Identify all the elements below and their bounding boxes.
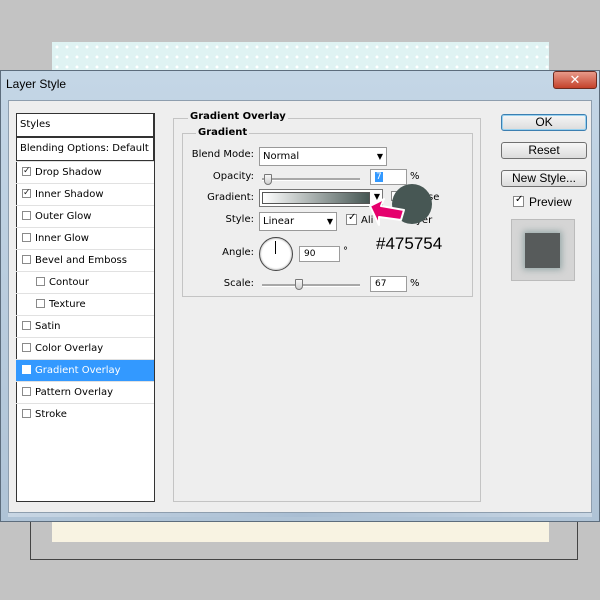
angle-dial-needle [275,241,276,254]
opacity-value: 7 [375,172,383,182]
style-item-label: Contour [49,277,89,288]
style-item-label: Inner Glow [35,233,89,244]
style-item-label: Satin [35,321,61,332]
chevron-down-icon: ▼ [376,152,383,161]
style-item-label: Bevel and Emboss [35,255,127,266]
style-item-label: Gradient Overlay [35,365,121,376]
style-checkbox[interactable] [22,343,31,352]
style-item[interactable]: Color Overlay [16,337,154,359]
style-item[interactable]: Outer Glow [16,205,154,227]
style-item-label: Pattern Overlay [35,387,114,398]
scale-slider-thumb[interactable] [295,279,303,290]
gradient-subgroup-title: Gradient [196,127,250,138]
gradient-preview[interactable] [262,192,370,204]
style-value: Linear [263,216,295,227]
style-label: Style: [225,214,255,225]
ok-button[interactable]: OK [501,114,587,131]
style-checkbox[interactable]: ✓ [22,166,31,176]
style-checkbox[interactable] [22,321,31,330]
style-item-label: Outer Glow [35,211,92,222]
style-checkbox[interactable] [22,409,31,418]
opacity-input[interactable]: 7 [370,169,407,185]
canvas-pattern [52,42,549,72]
blend-mode-select[interactable]: Normal ▼ [259,147,387,166]
angle-label: Angle: [222,247,254,258]
opacity-slider-thumb[interactable] [264,174,272,185]
scale-input[interactable]: 67 [370,276,407,292]
style-item-label: Stroke [35,409,67,420]
checkmark-icon: ✓ [348,212,357,223]
reset-button[interactable]: Reset [501,142,587,159]
style-item[interactable]: ✓ Drop Shadow [16,161,154,183]
angle-input[interactable]: 90 [299,246,340,262]
align-with-layer-checkbox[interactable]: ✓ [346,212,357,225]
style-checkbox[interactable] [22,255,31,264]
checkmark-icon: ✓ [23,166,31,176]
style-checkbox[interactable] [36,299,45,308]
hex-color-label: #475754 [376,234,443,253]
style-checkbox[interactable]: ✓ [22,188,31,198]
blend-mode-label: Blend Mode: [191,149,254,160]
opacity-slider-track[interactable] [262,178,360,181]
style-checkbox[interactable] [22,211,31,220]
preview-swatch [525,233,560,268]
gradient-overlay-title: Gradient Overlay [188,111,288,122]
checkmark-icon: ✓ [23,364,31,374]
styles-header[interactable]: Styles [16,113,154,137]
style-select[interactable]: Linear ▼ [259,212,337,231]
preview-label: Preview [529,195,572,209]
scale-label: Scale: [223,278,254,289]
chevron-down-icon: ▼ [326,217,333,226]
style-item[interactable]: Stroke [16,403,154,425]
scale-slider-track[interactable] [262,284,360,287]
checkmark-icon: ✓ [515,194,524,205]
pointer-arrow-icon [369,198,405,226]
checkmark-icon: ✓ [23,188,31,198]
style-item[interactable]: ✓ Gradient Overlay [16,359,154,381]
style-item[interactable]: Bevel and Emboss [16,249,154,271]
opacity-unit: % [410,171,420,182]
angle-dial[interactable] [259,237,293,271]
scale-value: 67 [375,279,387,289]
blend-mode-value: Normal [263,151,300,162]
style-checkbox[interactable] [22,387,31,396]
style-item-label: Texture [49,299,86,310]
gradient-picker[interactable]: ▼ [259,189,383,207]
canvas-bottom [52,520,549,542]
gradient-label: Gradient: [207,192,254,203]
style-checkbox[interactable] [22,233,31,242]
style-checkbox[interactable] [36,277,45,286]
style-item[interactable]: Satin [16,315,154,337]
style-item[interactable]: Inner Glow [16,227,154,249]
style-item[interactable]: Texture [16,293,154,315]
style-item[interactable]: Pattern Overlay [16,381,154,403]
style-item-label: Inner Shadow [35,189,104,200]
style-item[interactable]: ✓ Inner Shadow [16,183,154,205]
style-item-label: Color Overlay [35,343,104,354]
new-style-button[interactable]: New Style... [501,170,587,187]
style-item-label: Drop Shadow [35,167,102,178]
dialog-bottom-border [8,513,592,517]
blending-options-item[interactable]: Blending Options: Default [16,137,154,161]
angle-unit: ° [343,246,348,257]
style-item[interactable]: Contour [16,271,154,293]
opacity-label: Opacity: [212,171,254,182]
scale-unit: % [410,278,420,289]
dialog-title: Layer Style [6,77,67,91]
angle-value: 90 [304,249,316,259]
preview-checkbox[interactable]: ✓ [513,194,524,207]
close-button[interactable]: ✕ [553,71,597,89]
style-checkbox[interactable]: ✓ [22,364,31,374]
